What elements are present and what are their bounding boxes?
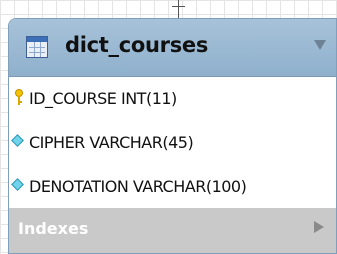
primary-key-icon xyxy=(14,89,24,107)
column-label: ID_COURSE INT(11) xyxy=(29,89,177,108)
triangle-right-icon[interactable] xyxy=(314,221,324,233)
column-diamond-icon xyxy=(11,134,24,147)
triangle-down-icon[interactable] xyxy=(314,40,326,50)
column-row-cipher[interactable]: CIPHER VARCHAR(45) xyxy=(9,121,336,165)
indexes-label: Indexes xyxy=(18,219,89,238)
column-row-denotation[interactable]: DENOTATION VARCHAR(100) xyxy=(9,165,336,209)
table-header[interactable]: dict_courses xyxy=(9,19,336,77)
column-list: ID_COURSE INT(11) CIPHER VARCHAR(45) DEN… xyxy=(9,77,336,209)
column-diamond-icon xyxy=(11,178,24,191)
table-title: dict_courses xyxy=(65,33,209,57)
column-label: CIPHER VARCHAR(45) xyxy=(29,133,194,152)
column-row-id-course[interactable]: ID_COURSE INT(11) xyxy=(9,77,336,121)
table-dict-courses[interactable]: dict_courses ID_COURSE INT(11) CIPHER VA… xyxy=(8,18,337,254)
column-label: DENOTATION VARCHAR(100) xyxy=(29,177,247,196)
indexes-section[interactable]: Indexes xyxy=(9,208,336,253)
table-icon xyxy=(26,36,48,58)
